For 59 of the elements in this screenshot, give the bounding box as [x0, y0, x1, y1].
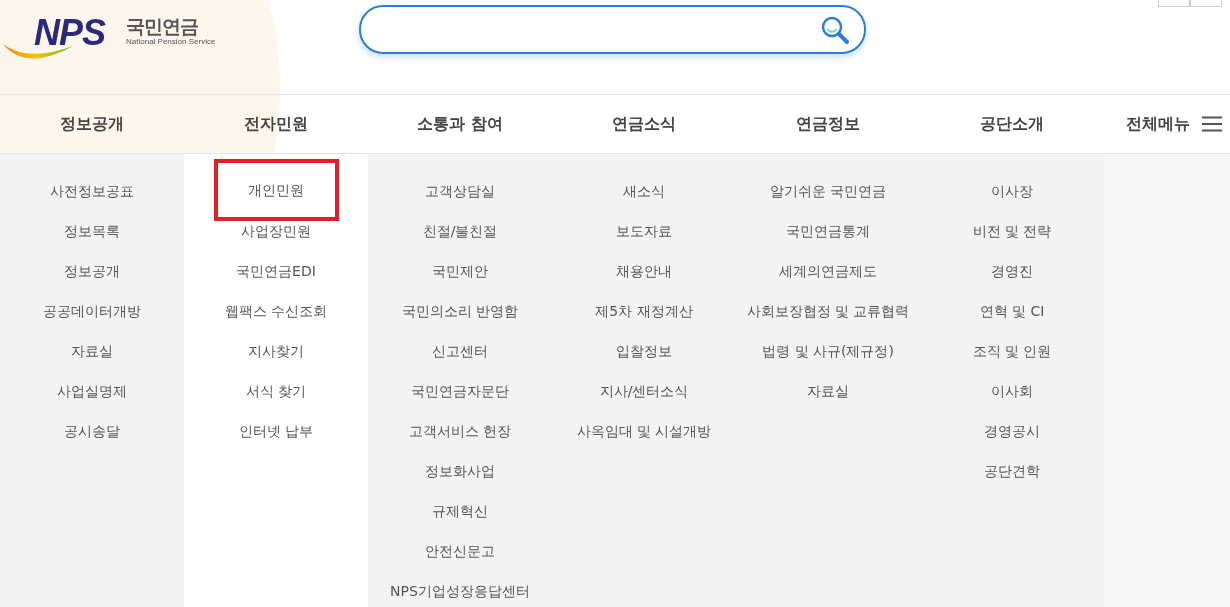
submenu-link[interactable]: 신고센터 — [422, 331, 498, 371]
submenu-link[interactable]: 규제혁신 — [422, 491, 498, 531]
submenu-link[interactable]: 입찰정보 — [606, 331, 682, 371]
swoosh-icon — [3, 44, 73, 59]
submenu-link[interactable]: 사회보장협정 및 교류협력 — [736, 291, 920, 331]
submenu-link[interactable]: 새소식 — [613, 171, 675, 211]
submenu-link[interactable]: 국민연금EDI — [226, 251, 326, 291]
submenu-link[interactable]: 국민연금통계 — [776, 211, 880, 251]
nav-tab[interactable]: 연금정보 — [736, 113, 920, 135]
submenu-link[interactable]: 국민의소리 반영함 — [391, 291, 529, 331]
submenu-link[interactable]: 지사찾기 — [238, 331, 314, 371]
submenu-link[interactable]: 보도자료 — [606, 211, 682, 251]
nav-tab[interactable]: 전자민원 — [184, 113, 368, 135]
submenu-link[interactable]: 자료실 — [61, 331, 123, 371]
submenu-link[interactable]: 사업실명제 — [47, 371, 137, 411]
submenu-link[interactable]: 서식 찾기 — [235, 371, 317, 411]
submenu-link[interactable]: 경영진 — [981, 251, 1043, 291]
logo-mark[interactable]: NPS — [34, 12, 106, 54]
nav-tab[interactable]: 정보공개 — [0, 113, 184, 135]
nav-tab[interactable]: 소통과 참여 — [368, 113, 552, 135]
submenu-link[interactable]: 개인민원 — [213, 159, 339, 221]
submenu-link[interactable]: 안전신문고 — [415, 531, 505, 571]
search-icon[interactable] — [820, 14, 850, 45]
submenu-link[interactable]: 사옥임대 및 시설개방 — [566, 411, 722, 451]
nav-tab[interactable]: 연금소식 — [552, 113, 736, 135]
submenu-link[interactable]: 국민제안 — [422, 251, 498, 291]
menu-icon[interactable] — [1202, 116, 1222, 132]
nav-tab[interactable]: 공단소개 — [920, 113, 1104, 135]
submenu-link[interactable]: 고객상담실 — [415, 171, 505, 211]
submenu-link[interactable]: 정보목록 — [54, 211, 130, 251]
submenu-link[interactable]: 고객서비스 헌장 — [398, 411, 522, 451]
submenu-link[interactable]: 정보공개 — [54, 251, 130, 291]
submenu-link[interactable]: 채용안내 — [606, 251, 682, 291]
submenu-link[interactable]: 자료실 — [797, 371, 859, 411]
submenu-link[interactable]: 공공데이터개방 — [33, 291, 151, 331]
submenu-link[interactable]: 알기쉬운 국민연금 — [759, 171, 897, 211]
submenu-link[interactable]: 국민연금자문단 — [401, 371, 519, 411]
submenu-link[interactable]: 법령 및 사규(제규정) — [752, 331, 904, 371]
submenu-link[interactable]: 지사/센터소식 — [589, 371, 699, 411]
submenu-link[interactable]: 제5차 재정계산 — [585, 291, 703, 331]
submenu-link[interactable]: 인터넷 납부 — [228, 411, 324, 451]
submenu-link[interactable]: 이사장 — [981, 171, 1043, 211]
submenu-link[interactable]: 사전정보공표 — [40, 171, 144, 211]
submenu-link[interactable]: 공시송달 — [54, 411, 130, 451]
submenu-link[interactable]: 세계의연금제도 — [769, 251, 887, 291]
submenu-link[interactable]: NPS기업성장응답센터 — [380, 571, 540, 607]
submenu-link[interactable]: 친절/불친절 — [412, 211, 508, 251]
search-field[interactable] — [359, 5, 866, 54]
submenu-link[interactable]: 공단견학 — [974, 451, 1050, 491]
submenu-link[interactable]: 조직 및 인원 — [962, 331, 1062, 371]
submenu-link[interactable]: 웹팩스 수신조회 — [214, 291, 338, 331]
submenu-link[interactable]: 연혁 및 CI — [969, 291, 1055, 331]
submenu-link[interactable]: 경영공시 — [974, 411, 1050, 451]
logo-subtitle: National Pension Service — [126, 37, 216, 46]
submenu-link[interactable]: 비전 및 전략 — [962, 211, 1062, 251]
all-menu-label[interactable]: 전체메뉴 — [1126, 113, 1190, 135]
submenu-link[interactable]: 정보화사업 — [415, 451, 505, 491]
submenu-link[interactable]: 이사회 — [981, 371, 1043, 411]
logo-name: 국민연금 — [126, 15, 199, 37]
